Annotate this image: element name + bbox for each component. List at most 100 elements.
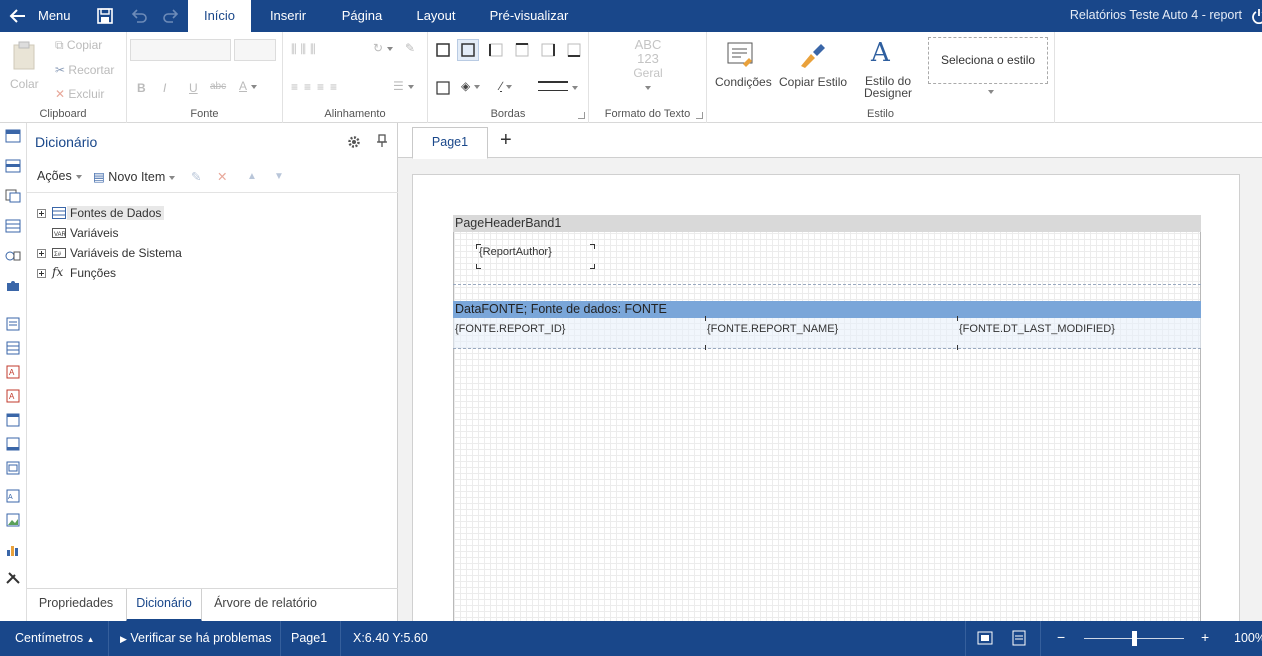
current-page-label: Page1: [291, 631, 328, 645]
check-issues-button[interactable]: ▶ Verificar se há problemas: [120, 631, 271, 645]
border-top-icon[interactable]: [515, 43, 529, 57]
page-header-band[interactable]: [453, 232, 1201, 285]
units-menu[interactable]: Centímetros ▲: [15, 631, 95, 645]
italic-button[interactable]: I: [163, 81, 166, 95]
border-width-button[interactable]: [538, 80, 578, 94]
hierarchical-band-icon[interactable]: [5, 249, 21, 263]
designer-style-button[interactable]: Estilo do Designer: [864, 75, 912, 99]
font-color-button[interactable]: A: [239, 79, 258, 93]
tab-properties[interactable]: Propriedades: [27, 589, 125, 622]
tab-layout[interactable]: Layout: [408, 0, 464, 32]
tree-item-data-sources[interactable]: Fontes de Dados: [37, 205, 237, 223]
font-size-select[interactable]: [234, 39, 276, 61]
actions-menu[interactable]: Ações: [37, 169, 82, 183]
bold-button[interactable]: B: [137, 81, 146, 95]
text-format-launcher-icon[interactable]: [696, 112, 703, 119]
last-modified-field[interactable]: {FONTE.DT_LAST_MODIFIED}: [957, 318, 1201, 348]
report-author-textbox[interactable]: {ReportAuthor}: [479, 246, 552, 258]
border-color-button[interactable]: ∕: [500, 79, 513, 93]
gear-icon[interactable]: [347, 135, 361, 149]
page-tab[interactable]: Page1: [412, 127, 488, 159]
rotate-button[interactable]: ↻: [373, 41, 394, 55]
conditions-button[interactable]: Condições: [715, 75, 772, 89]
text-component-icon[interactable]: [5, 317, 21, 331]
page-header-band-icon[interactable]: [5, 159, 21, 173]
border-none-button[interactable]: [457, 39, 479, 61]
paste-button[interactable]: Colar: [10, 77, 39, 91]
report-page[interactable]: PageHeaderBand1 {ReportAuthor} DataFONTE…: [412, 174, 1240, 635]
fit-page-icon[interactable]: [977, 631, 993, 645]
data-band-title[interactable]: DataFONTE; Fonte de dados: FONTE: [453, 301, 1201, 318]
horizontal-align-icons[interactable]: ≡≡≡≡: [291, 80, 343, 94]
text-format-preview[interactable]: ABC 123 Geral: [589, 38, 707, 94]
undo-icon[interactable]: [130, 7, 148, 25]
fill-color-button[interactable]: ◈: [461, 79, 481, 93]
chart-icon[interactable]: [5, 543, 21, 557]
edit-icon[interactable]: ✎: [191, 169, 201, 184]
rich-text-alt-icon[interactable]: A: [5, 389, 21, 403]
zoom-in-button[interactable]: +: [1201, 629, 1209, 645]
format-painter-icon[interactable]: ✎: [405, 41, 415, 55]
cut-button[interactable]: ✂ Recortar: [55, 63, 114, 77]
image-icon[interactable]: [5, 513, 21, 527]
data-band-icon[interactable]: [5, 219, 21, 233]
text-box-icon[interactable]: A: [5, 489, 21, 503]
new-item-menu[interactable]: ▤ Novo Item: [93, 169, 176, 184]
underline-button[interactable]: U: [189, 81, 198, 95]
border-left-icon[interactable]: [489, 43, 503, 57]
select-style-dropdown[interactable]: Seleciona o estilo: [928, 37, 1048, 84]
data-band[interactable]: {FONTE.REPORT_ID} {FONTE.REPORT_NAME} {F…: [453, 316, 1201, 350]
svg-text:A: A: [9, 392, 15, 401]
delete-icon[interactable]: ✕: [217, 169, 227, 184]
delete-button[interactable]: ✕ Excluir: [55, 87, 104, 101]
report-id-field[interactable]: {FONTE.REPORT_ID}: [453, 318, 705, 348]
subreport-icon[interactable]: [5, 461, 21, 475]
font-name-select[interactable]: [130, 39, 231, 61]
border-bottom-icon[interactable]: [567, 43, 581, 57]
borders-launcher-icon[interactable]: [578, 112, 585, 119]
table-component-icon[interactable]: [5, 341, 21, 355]
zoom-out-button[interactable]: −: [1057, 629, 1065, 645]
tree-item-functions[interactable]: fx Funções: [37, 265, 237, 283]
expand-icon[interactable]: [37, 269, 46, 278]
expand-icon[interactable]: [37, 209, 46, 218]
move-down-icon[interactable]: ▼: [274, 171, 284, 182]
redo-icon[interactable]: [162, 7, 180, 25]
group-band-icon[interactable]: [5, 189, 21, 203]
expand-icon[interactable]: [37, 249, 46, 258]
add-page-button[interactable]: +: [500, 129, 512, 152]
puzzle-icon[interactable]: [5, 279, 21, 293]
vertical-align-icons[interactable]: ⫼⫼⫼: [291, 42, 320, 57]
tab-inserir[interactable]: Inserir: [262, 0, 314, 32]
save-icon[interactable]: [96, 7, 114, 25]
tree-item-variables[interactable]: VAR Variáveis: [37, 225, 237, 243]
tab-inicio[interactable]: Início: [188, 0, 251, 32]
menu-button[interactable]: Menu: [38, 8, 71, 23]
copy-button[interactable]: ⧉ Copiar: [55, 38, 102, 53]
border-style-icon[interactable]: [436, 81, 450, 95]
back-arrow-icon[interactable]: [8, 6, 28, 26]
report-name-field[interactable]: {FONTE.REPORT_NAME}: [705, 318, 957, 348]
power-icon[interactable]: [1252, 8, 1262, 24]
panel-icon[interactable]: [5, 413, 21, 427]
zoom-slider-thumb[interactable]: [1131, 631, 1137, 646]
border-right-icon[interactable]: [541, 43, 555, 57]
tools-icon[interactable]: [5, 571, 21, 585]
fit-width-icon[interactable]: [1012, 630, 1026, 646]
pin-icon[interactable]: [376, 134, 388, 148]
copy-style-button[interactable]: Copiar Estilo: [779, 75, 847, 89]
strikethrough-button[interactable]: abc: [210, 81, 226, 92]
tree-item-system-variables[interactable]: Σ# Variáveis de Sistema: [37, 245, 237, 263]
chevron-down-icon[interactable]: [988, 90, 994, 94]
tab-dictionary[interactable]: Dicionário: [126, 589, 202, 622]
border-all-icon[interactable]: [436, 43, 450, 57]
tab-pagina[interactable]: Página: [332, 0, 392, 32]
line-spacing-button[interactable]: ☰: [393, 79, 414, 93]
page-header-band-title[interactable]: PageHeaderBand1: [453, 215, 1201, 232]
footer-panel-icon[interactable]: [5, 437, 21, 451]
rich-text-icon[interactable]: A: [5, 365, 21, 379]
move-up-icon[interactable]: ▲: [247, 171, 257, 182]
report-title-band-icon[interactable]: [5, 129, 21, 143]
tab-report-tree[interactable]: Árvore de relatório: [203, 589, 328, 622]
tab-pre-visualizar[interactable]: Pré-visualizar: [482, 0, 576, 32]
